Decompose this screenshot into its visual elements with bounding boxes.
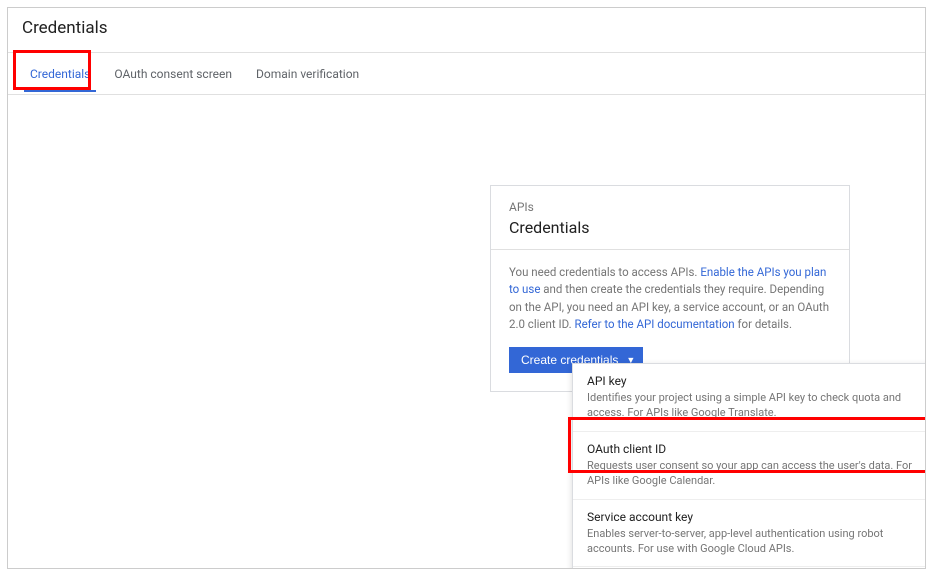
card-title: Credentials <box>509 218 831 237</box>
tab-domain-verification[interactable]: Domain verification <box>244 56 371 92</box>
link-api-documentation[interactable]: Refer to the API documentation <box>574 317 734 331</box>
tab-oauth-consent-screen[interactable]: OAuth consent screen <box>102 56 244 92</box>
app-window: Credentials Credentials OAuth consent sc… <box>7 7 926 569</box>
credentials-card: APIs Credentials You need credentials to… <box>490 185 850 392</box>
card-header: APIs Credentials <box>491 186 849 249</box>
dropdown-item-desc: Identifies your project using a simple A… <box>587 390 920 421</box>
tab-label: OAuth consent screen <box>114 67 232 81</box>
tab-bar: Credentials OAuth consent screen Domain … <box>8 53 925 95</box>
page-title: Credentials <box>22 18 911 38</box>
dropdown-item-oauth-client-id[interactable]: OAuth client ID Requests user consent so… <box>573 432 926 500</box>
content-area: APIs Credentials You need credentials to… <box>8 95 925 569</box>
page-header: Credentials <box>8 8 925 53</box>
dropdown-item-desc: Enables server-to-server, app-level auth… <box>587 526 920 557</box>
dropdown-item-title: API key <box>587 374 920 388</box>
card-text-post: for details. <box>735 317 792 331</box>
tab-label: Domain verification <box>256 67 359 81</box>
tab-credentials[interactable]: Credentials <box>18 56 102 92</box>
card-text-pre: You need credentials to access APIs. <box>509 265 700 279</box>
card-eyebrow: APIs <box>509 200 831 214</box>
dropdown-item-title: Service account key <box>587 510 920 524</box>
dropdown-item-service-account-key[interactable]: Service account key Enables server-to-se… <box>573 500 926 568</box>
tab-label: Credentials <box>30 67 90 81</box>
dropdown-item-api-key[interactable]: API key Identifies your project using a … <box>573 364 926 432</box>
create-credentials-dropdown: API key Identifies your project using a … <box>572 363 926 569</box>
dropdown-item-help-me-choose[interactable]: Help me choose Asks a few questions to h… <box>573 567 926 569</box>
dropdown-item-title: OAuth client ID <box>587 442 920 456</box>
dropdown-item-desc: Requests user consent so your app can ac… <box>587 458 920 489</box>
